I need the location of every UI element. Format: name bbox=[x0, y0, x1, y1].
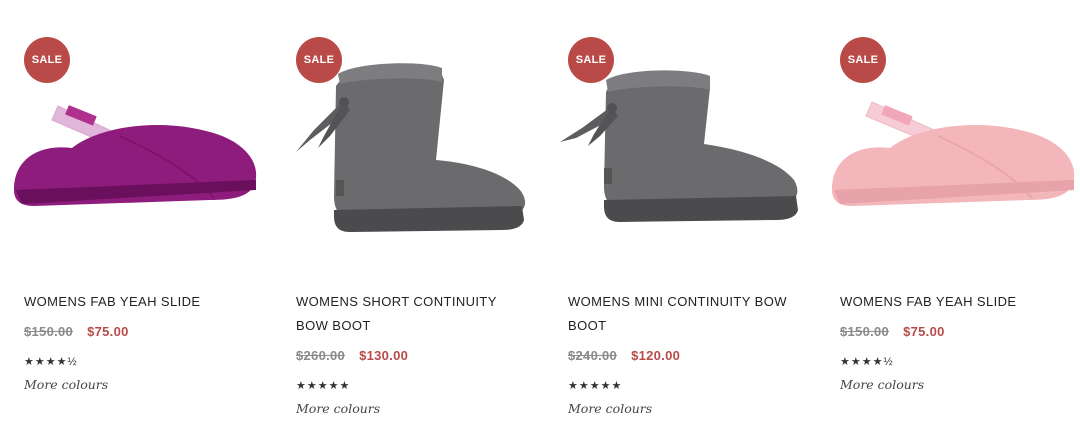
star-rating: ★★★★½ bbox=[24, 356, 78, 368]
product-card[interactable]: SALE WOMENS FAB YEAH SLIDE $150.00 $75.00… bbox=[816, 0, 1080, 422]
price-now: $120.00 bbox=[631, 348, 681, 363]
sale-badge: SALE bbox=[840, 37, 886, 83]
price-now: $75.00 bbox=[87, 324, 129, 339]
more-colours-link[interactable]: More colours bbox=[568, 401, 652, 416]
price-now: $130.00 bbox=[359, 348, 409, 363]
product-name[interactable]: WOMENS FAB YEAH SLIDE bbox=[840, 290, 1060, 314]
price-was: $240.00 bbox=[568, 348, 618, 363]
sale-badge: SALE bbox=[24, 37, 70, 83]
product-card[interactable]: SALE WOMENS SHORT CONTINUITY BOW BOOT $2… bbox=[272, 0, 544, 422]
star-rating: ★★★★★ bbox=[568, 380, 623, 392]
price-block: $260.00 $130.00 bbox=[296, 348, 408, 363]
price-was: $150.00 bbox=[840, 324, 890, 339]
product-name[interactable]: WOMENS MINI CONTINUITY BOW BOOT bbox=[568, 290, 788, 338]
sale-badge: SALE bbox=[296, 37, 342, 83]
product-grid: SALE WOMENS FAB YEAH SLIDE $150.00 $75.00… bbox=[0, 0, 1080, 422]
price-block: $150.00 $75.00 bbox=[840, 324, 945, 339]
product-card[interactable]: SALE WOMENS MINI CONTINUITY BOW BOOT $24… bbox=[544, 0, 816, 422]
price-block: $150.00 $75.00 bbox=[24, 324, 129, 339]
product-name[interactable]: WOMENS FAB YEAH SLIDE bbox=[24, 290, 244, 314]
product-card[interactable]: SALE WOMENS FAB YEAH SLIDE $150.00 $75.00… bbox=[0, 0, 272, 422]
product-name[interactable]: WOMENS SHORT CONTINUITY BOW BOOT bbox=[296, 290, 516, 338]
price-now: $75.00 bbox=[903, 324, 945, 339]
price-was: $150.00 bbox=[24, 324, 74, 339]
star-rating: ★★★★½ bbox=[840, 356, 894, 368]
sale-badge: SALE bbox=[568, 37, 614, 83]
more-colours-link[interactable]: More colours bbox=[296, 401, 380, 416]
price-block: $240.00 $120.00 bbox=[568, 348, 680, 363]
more-colours-link[interactable]: More colours bbox=[840, 377, 924, 392]
more-colours-link[interactable]: More colours bbox=[24, 377, 108, 392]
star-rating: ★★★★★ bbox=[296, 380, 351, 392]
price-was: $260.00 bbox=[296, 348, 346, 363]
